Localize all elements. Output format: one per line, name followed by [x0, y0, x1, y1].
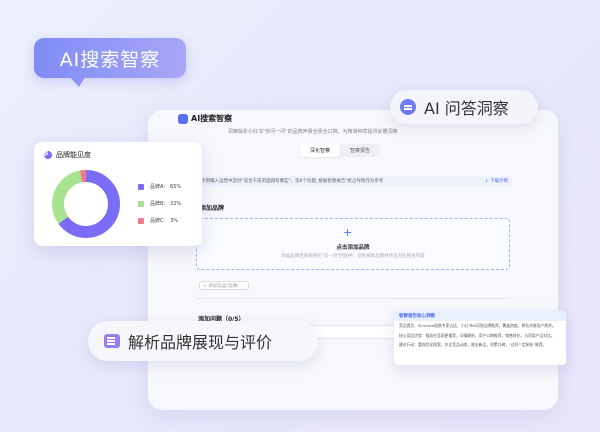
- legend-item: 品牌A： 65%: [138, 178, 181, 195]
- legend-item: 品牌B： 32%: [138, 195, 181, 212]
- tab-report[interactable]: 智察报告: [340, 144, 380, 157]
- ai-qa-label: AI 问答洞察: [424, 99, 509, 118]
- legend-swatch: [138, 200, 144, 207]
- ai-search-badge: AI搜索智察: [34, 38, 186, 87]
- legend-label: 品牌A： 65%: [150, 184, 182, 190]
- app-subtitle: 洞察解析小红书"你问一问"的品牌声量全情全口碑，为精准种草提供前瞻洞察: [228, 129, 398, 135]
- download-example-link[interactable]: ↓ 下载示例: [485, 178, 508, 184]
- app-title: AI搜索智察: [178, 113, 268, 124]
- tab-deep-insight[interactable]: 深化智察: [300, 144, 341, 157]
- app-title-text: AI搜索智察: [191, 114, 233, 123]
- chat-icon: [400, 99, 416, 115]
- add-brand-hint: 添加品牌后系统将在"问一问"回答中，识别搜索品牌并作出对应相关内容: [281, 254, 425, 259]
- add-competitor-button[interactable]: + 添加竞品(选填): [199, 281, 249, 290]
- donut-chart: [52, 170, 120, 238]
- report-line: 建议行动：重视优化搜索，关注竞品动态，推出新品，积累口碑，"达问""定制化"推荐…: [399, 342, 547, 347]
- report-card: 智察报告核心洞察 竞品提及：Skincare肌肤专家占比，小红书AI问答品牌推荐…: [394, 311, 566, 365]
- visibility-card-title: 品牌能见度: [56, 151, 91, 159]
- visibility-card-header: 品牌能见度: [44, 150, 91, 160]
- report-line: 竞品提及：Skincare肌肤专家占比，小红书AI问答品牌推荐，覆盖热度，探析关…: [399, 323, 556, 328]
- info-text: 示例输入运营中首创"适合干皮的面霜有哪些"，等6个问题_根据智察报告"抢占导购作…: [201, 179, 384, 184]
- legend-swatch: [138, 183, 144, 190]
- plus-icon: +: [343, 226, 353, 239]
- brand-analysis-pill: 解析品牌展现与评价: [88, 321, 318, 361]
- add-brand-label: 点击添加品牌: [336, 245, 370, 251]
- tab-bar: 深化智察 智察报告: [300, 144, 381, 157]
- legend-swatch: [138, 217, 144, 224]
- report-line: 核心竞品优势：服务在官网更推荐，详情解析，用户口碑推荐，销售转化，与同类产品对比…: [399, 332, 555, 338]
- add-brand-title: 添加品牌: [200, 205, 225, 212]
- brand-visibility-card: 品牌能见度 品牌A： 65% 品牌B： 32% 品牌C： 3%: [34, 142, 202, 246]
- legend-label: 品牌C： 3%: [150, 218, 179, 224]
- app-logo-icon: [178, 113, 188, 124]
- add-brand-area[interactable]: + 点击添加品牌 添加品牌后系统将在"问一问"回答中，识别搜索品牌并作出对应相关…: [196, 218, 510, 270]
- chart-legend: 品牌A： 65% 品牌B： 32% 品牌C： 3%: [138, 178, 181, 229]
- divider: [196, 298, 510, 299]
- info-bar: 示例输入运营中首创"适合干皮的面霜有哪些"，等6个问题_根据智察报告"抢占导购作…: [198, 176, 512, 186]
- brand-analysis-label: 解析品牌展现与评价: [128, 333, 273, 352]
- legend-item: 品牌C： 3%: [138, 212, 181, 229]
- pie-chart-icon: [44, 151, 52, 159]
- ai-qa-insight-pill: AI 问答洞察: [390, 90, 538, 124]
- report-card-header: 智察报告核心洞察: [394, 311, 566, 321]
- legend-label: 品牌B： 32%: [150, 201, 182, 207]
- document-icon: [104, 334, 120, 348]
